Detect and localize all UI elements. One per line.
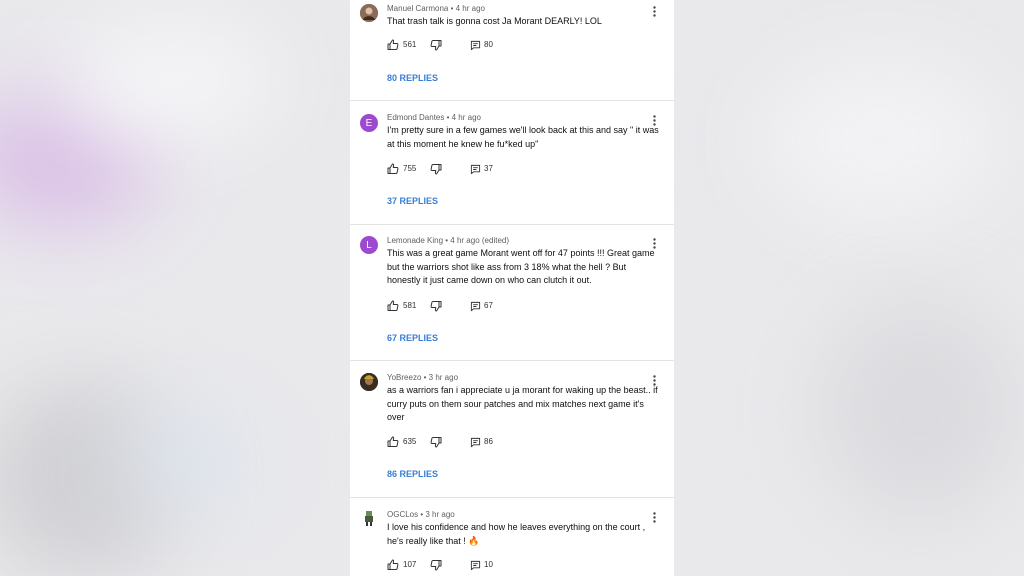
dislike-button[interactable] [430, 558, 442, 572]
more-vert-icon [652, 237, 656, 249]
comment-text: I'm pretty sure in a few games we'll loo… [387, 125, 659, 149]
thumbs-down-icon [430, 164, 442, 175]
reply-button[interactable] [470, 435, 481, 449]
reply-count: 67 [484, 301, 493, 310]
reply-button[interactable] [470, 38, 481, 52]
edited-label: (edited) [481, 236, 510, 245]
thumbs-up-icon [387, 559, 399, 570]
more-options-button[interactable] [648, 236, 660, 250]
avatar[interactable]: L [360, 236, 378, 254]
more-vert-icon [652, 511, 656, 523]
more-options-button[interactable] [648, 113, 660, 127]
reply-count: 37 [484, 164, 493, 173]
comment-text: I love his confidence and how he leaves … [387, 522, 646, 546]
comment-icon [470, 437, 481, 447]
comment-meta: Manuel Carmona • 4 hr ago [387, 4, 485, 13]
more-vert-icon [652, 114, 656, 126]
dislike-button[interactable] [430, 435, 442, 449]
reply-count: 10 [484, 560, 493, 569]
view-replies-button[interactable]: 80 REPLIES [387, 73, 438, 83]
thumbs-down-icon [430, 40, 442, 51]
more-options-button[interactable] [648, 373, 660, 387]
comment-text: That trash talk is gonna cost Ja Morant … [387, 16, 602, 26]
comment-meta: Edmond Dantes • 4 hr ago [387, 113, 481, 122]
avatar[interactable] [360, 4, 378, 22]
view-replies-button[interactable]: 67 REPLIES [387, 333, 438, 343]
more-vert-icon [652, 5, 656, 17]
more-options-button[interactable] [648, 510, 660, 524]
thumbs-up-icon [387, 163, 399, 174]
comment: E Edmond Dantes • 4 hr ago I'm pretty su… [350, 101, 674, 224]
comment-author[interactable]: Edmond Dantes [387, 113, 444, 122]
view-replies-button[interactable]: 37 REPLIES [387, 196, 438, 206]
dislike-button[interactable] [430, 299, 442, 313]
comment-text: This was a great game Morant went off fo… [387, 248, 655, 285]
dislike-button[interactable] [430, 162, 442, 176]
like-button[interactable] [387, 558, 399, 572]
like-button[interactable] [387, 435, 399, 449]
avatar[interactable]: E [360, 114, 378, 132]
comment-author[interactable]: OGCLos [387, 510, 418, 519]
comment-actions: 635 86 [387, 435, 647, 449]
like-count: 755 [403, 164, 417, 173]
thumbs-up-icon [387, 300, 399, 311]
more-options-button[interactable] [648, 4, 660, 18]
comment-text: as a warriors fan i appreciate u ja mora… [387, 385, 658, 422]
comment-author[interactable]: Manuel Carmona [387, 4, 448, 13]
comment-actions: 561 80 [387, 38, 647, 52]
comment-time: 3 hr ago [425, 510, 455, 519]
comment-icon [470, 301, 481, 311]
comment-meta: YoBreezo • 3 hr ago [387, 373, 459, 382]
thumbs-down-icon [430, 301, 442, 312]
like-button[interactable] [387, 38, 399, 52]
view-replies-button[interactable]: 86 REPLIES [387, 469, 438, 479]
comment-actions: 755 37 [387, 162, 647, 176]
reply-button[interactable] [470, 558, 481, 572]
reply-button[interactable] [470, 299, 481, 313]
comment-icon [470, 164, 481, 174]
comment: OGCLos • 3 hr ago I love his confidence … [350, 498, 674, 576]
comment: YoBreezo • 3 hr ago as a warriors fan i … [350, 361, 674, 497]
comment-time: 4 hr ago [450, 236, 480, 245]
comment-time: 3 hr ago [428, 373, 459, 382]
like-count: 635 [403, 437, 417, 446]
dislike-button[interactable] [430, 38, 442, 52]
thumbs-down-icon [430, 437, 442, 448]
comment-icon [470, 40, 481, 50]
thumbs-down-icon [430, 560, 442, 571]
comment-time: 4 hr ago [455, 4, 485, 13]
comment-meta: Lemonade King • 4 hr ago (edited) [387, 236, 510, 245]
thumbs-up-icon [387, 436, 399, 447]
avatar[interactable] [360, 373, 378, 391]
thumbs-up-icon [387, 39, 399, 50]
comment: Manuel Carmona • 4 hr ago That trash tal… [350, 0, 674, 100]
comment: L Lemonade King • 4 hr ago (edited) This… [350, 225, 674, 360]
reply-count: 80 [484, 40, 493, 49]
like-count: 561 [403, 40, 417, 49]
comment-time: 4 hr ago [451, 113, 481, 122]
reply-count: 86 [484, 437, 493, 446]
like-button[interactable] [387, 299, 399, 313]
more-vert-icon [652, 374, 656, 386]
comment-icon [470, 560, 481, 570]
comment-author[interactable]: Lemonade King [387, 236, 443, 245]
comment-author[interactable]: YoBreezo [387, 373, 421, 382]
comment-actions: 107 10 [387, 558, 647, 572]
avatar[interactable] [360, 509, 378, 527]
like-count: 581 [403, 301, 417, 310]
reply-button[interactable] [470, 162, 481, 176]
comment-meta: OGCLos • 3 hr ago [387, 510, 455, 519]
comments-panel: Manuel Carmona • 4 hr ago That trash tal… [350, 0, 674, 576]
comment-actions: 581 67 [387, 299, 647, 313]
like-count: 107 [403, 560, 417, 569]
like-button[interactable] [387, 162, 399, 176]
